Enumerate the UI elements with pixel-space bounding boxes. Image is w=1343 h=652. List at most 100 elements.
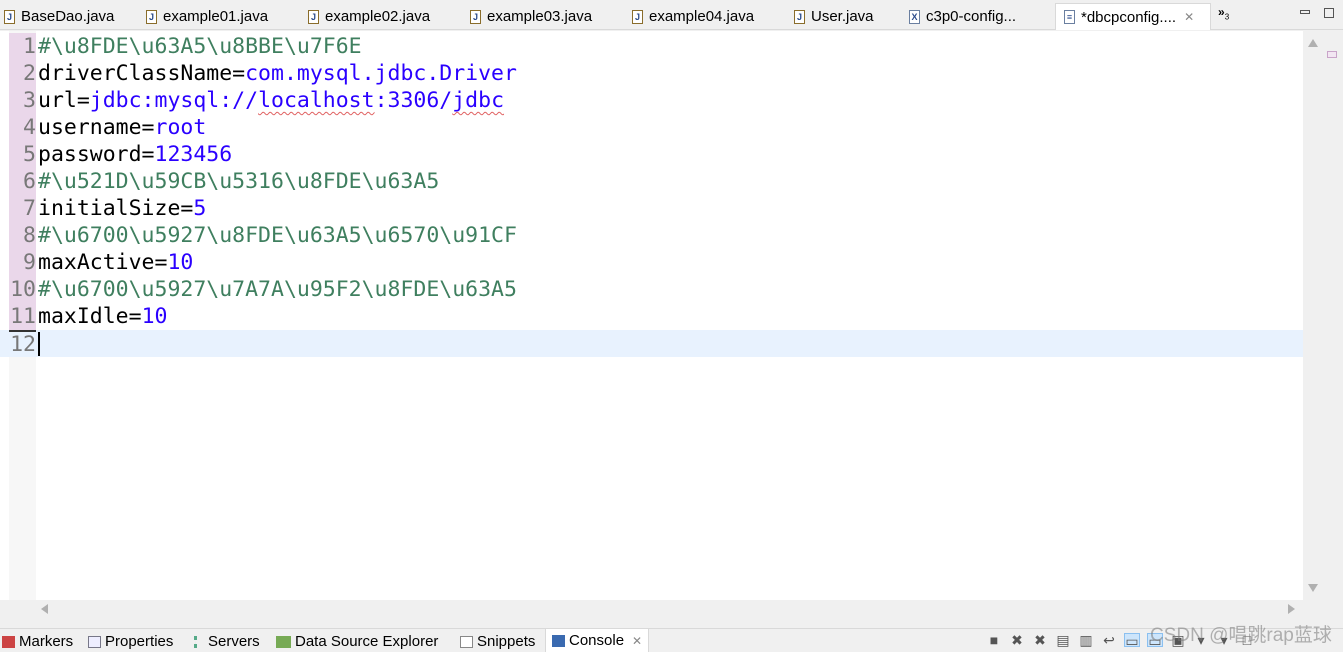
- comment-text: #\u6700\u5927\u7A7A\u95F2\u8FDE\u63A5: [38, 277, 517, 302]
- chevron-double-right-icon: »: [1218, 5, 1225, 19]
- tab-label: Data Source Explorer: [295, 633, 439, 650]
- tab-servers[interactable]: Servers: [194, 633, 260, 650]
- vertical-scrollbar[interactable]: [1303, 31, 1323, 600]
- code-line[interactable]: 12: [0, 330, 1303, 357]
- code-line[interactable]: 9 maxActive=10: [0, 249, 1303, 276]
- tab-label: BaseDao.java: [21, 8, 115, 25]
- line-number: 2: [9, 60, 36, 87]
- data-source-icon: [276, 635, 291, 648]
- scroll-right-icon[interactable]: [1288, 604, 1295, 614]
- java-file-icon: J: [632, 9, 643, 24]
- tab-label: example01.java: [163, 8, 269, 25]
- tab-label: example02.java: [325, 8, 431, 25]
- property-value: 10: [167, 250, 194, 275]
- line-number: 6: [9, 168, 36, 195]
- tab-properties[interactable]: Properties: [88, 633, 173, 650]
- text-file-icon: ≡: [1064, 10, 1075, 24]
- line-number: 5: [9, 141, 36, 168]
- code-line[interactable]: 7 initialSize=5: [0, 195, 1303, 222]
- servers-icon: [194, 635, 204, 648]
- code-line[interactable]: 1 #\u8FDE\u63A5\u8BBE\u7F6E: [0, 33, 1303, 60]
- tab-label: *dbcpconfig....: [1081, 8, 1177, 26]
- code-editor[interactable]: 1 #\u8FDE\u63A5\u8BBE\u7F6E 2 driverClassNa…: [0, 31, 1303, 600]
- maximize-icon[interactable]: [1324, 8, 1334, 18]
- tab-console[interactable]: Console ✕: [545, 629, 650, 652]
- line-number: 3: [9, 87, 36, 114]
- line-number: 4: [9, 114, 36, 141]
- tab-label: Console: [569, 632, 625, 649]
- console-icon: [552, 634, 565, 647]
- line-number: 12: [9, 330, 36, 357]
- text-cursor: [38, 332, 40, 356]
- horizontal-scrollbar[interactable]: [36, 600, 1303, 617]
- line-number: 11: [9, 303, 36, 330]
- tab-user[interactable]: J User.java: [794, 3, 874, 30]
- java-file-icon: J: [4, 9, 15, 24]
- tab-example02[interactable]: Jexample02.java: [308, 3, 430, 30]
- tab-example03[interactable]: Jexample03.java: [470, 3, 592, 30]
- scroll-down-icon[interactable]: [1308, 584, 1318, 592]
- code-line[interactable]: 4 username=root: [0, 114, 1303, 141]
- code-line[interactable]: 5 password=123456: [0, 141, 1303, 168]
- line-number: 8: [9, 222, 36, 249]
- property-key: password=: [38, 142, 155, 167]
- bottom-panel-tab-bar: Markers Properties Servers Data Source E…: [0, 628, 1343, 652]
- scroll-left-icon[interactable]: [41, 604, 48, 614]
- tab-label: c3p0-config...: [926, 8, 1017, 25]
- code-line[interactable]: 10 #\u6700\u5927\u7A7A\u95F2\u8FDE\u63A5: [0, 276, 1303, 303]
- overview-ruler: [1323, 31, 1343, 617]
- tab-c3p0-config[interactable]: Xc3p0-config...: [909, 3, 1016, 30]
- markers-icon: [2, 635, 15, 648]
- tab-label: Markers: [19, 633, 74, 650]
- line-number: 9: [9, 249, 36, 276]
- property-value: com.mysql.jdbc.Driver: [245, 61, 517, 86]
- tab-label: example03.java: [487, 8, 593, 25]
- tab-label: Servers: [208, 633, 260, 650]
- java-file-icon: J: [146, 9, 157, 24]
- line-number: 1: [9, 33, 36, 60]
- scroll-lock-icon[interactable]: ▥: [1078, 633, 1094, 647]
- close-icon[interactable]: ✕: [1184, 10, 1194, 24]
- properties-icon: [88, 635, 101, 648]
- code-line[interactable]: 6 #\u521D\u59CB\u5316\u8FDE\u63A5: [0, 168, 1303, 195]
- show-on-stdout-icon[interactable]: ▭: [1124, 633, 1140, 648]
- property-key: maxIdle=: [38, 304, 142, 329]
- more-tabs-button[interactable]: »3: [1218, 5, 1229, 21]
- terminate-icon[interactable]: ■: [986, 633, 1002, 647]
- remove-all-terminated-icon[interactable]: ✖: [1032, 633, 1048, 647]
- minimize-icon[interactable]: [1300, 10, 1310, 14]
- tab-example01[interactable]: Jexample01.java: [146, 3, 268, 30]
- tab-label: example04.java: [649, 8, 755, 25]
- tab-label: User.java: [811, 8, 874, 25]
- tab-dbcpconfig[interactable]: ≡ *dbcpconfig.... ✕: [1055, 3, 1211, 30]
- close-icon[interactable]: ✕: [632, 634, 642, 648]
- java-file-icon: J: [794, 9, 805, 24]
- tab-data-source-explorer[interactable]: Data Source Explorer: [276, 633, 438, 650]
- property-value: 5: [193, 196, 207, 221]
- line-number: 7: [9, 195, 36, 222]
- tab-label: Snippets: [477, 633, 536, 650]
- property-key: initialSize=: [38, 196, 194, 221]
- tab-snippets[interactable]: Snippets: [460, 633, 535, 650]
- property-key: driverClassName=: [38, 61, 246, 86]
- tab-markers[interactable]: Markers: [2, 633, 73, 650]
- code-line[interactable]: 8 #\u6700\u5927\u8FDE\u63A5\u6570\u91CF: [0, 222, 1303, 249]
- code-line[interactable]: 2 driverClassName=com.mysql.jdbc.Driver: [0, 60, 1303, 87]
- hidden-tab-count: 3: [1224, 12, 1230, 22]
- line-number: 10: [9, 276, 36, 303]
- word-wrap-icon[interactable]: ↩: [1101, 633, 1117, 647]
- clear-console-icon[interactable]: ▤: [1055, 633, 1071, 647]
- snippets-icon: [460, 635, 473, 648]
- remove-launch-icon[interactable]: ✖: [1009, 633, 1025, 647]
- scroll-up-icon[interactable]: [1308, 39, 1318, 47]
- xml-file-icon: X: [909, 9, 920, 24]
- tab-label: Properties: [105, 633, 174, 650]
- code-line[interactable]: 11 maxIdle=10: [0, 303, 1303, 330]
- java-file-icon: J: [308, 9, 319, 24]
- tab-example04[interactable]: Jexample04.java: [632, 3, 754, 30]
- tab-basedao[interactable]: J BaseDao.java: [4, 3, 114, 30]
- comment-text: #\u6700\u5927\u8FDE\u63A5\u6570\u91CF: [38, 223, 517, 248]
- code-line[interactable]: 3 url=jdbc:mysql://localhost:3306/jdbc: [0, 87, 1303, 114]
- property-value: 123456: [154, 142, 233, 167]
- annotation-marker[interactable]: [1327, 51, 1337, 58]
